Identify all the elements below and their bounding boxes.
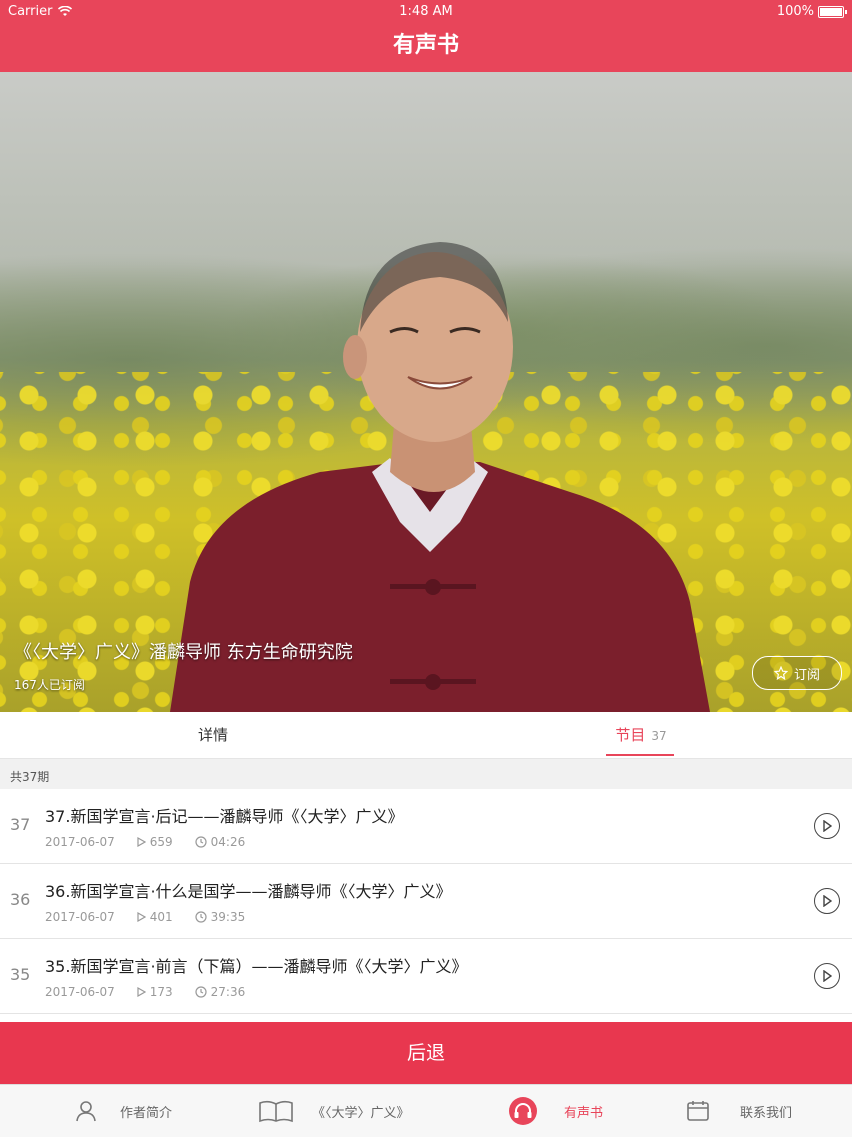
duration-value: 04:26 (210, 835, 246, 849)
tab-details-label: 详情 (197, 726, 228, 744)
tab-audiobook[interactable]: 有声书 (508, 1085, 603, 1137)
open-book-icon (259, 1100, 293, 1123)
headphones-icon (509, 1097, 537, 1125)
episode-date: 2017-06-07 (45, 910, 115, 924)
status-bar: Carrier 1:48 AM 100% (0, 0, 852, 24)
episode-list: 37 37.新国学宣言·后记——潘麟导师《〈大学〉广义》 2017-06-07 … (0, 789, 852, 1014)
episode-number: 37 (10, 815, 31, 834)
bottom-tab-bar: 作者简介 《〈大学〉广义》 有声书 联系我们 (0, 1084, 852, 1137)
clock-icon (195, 836, 207, 848)
list-item[interactable]: 36 36.新国学宣言·什么是国学——潘麟导师《〈大学〉广义》 2017-06-… (0, 864, 852, 939)
tab-book-label: 《〈大学〉广义》 (312, 1105, 410, 1121)
battery-status: 100% (776, 4, 847, 19)
play-icon (823, 895, 832, 907)
episode-title: 35.新国学宣言·前言（下篇）——潘麟导师《〈大学〉广义》 (45, 957, 468, 976)
play-count: 659 (137, 835, 173, 849)
episode-meta: 2017-06-07 659 04:26 (45, 835, 245, 849)
play-count-value: 659 (149, 835, 173, 849)
duration: 27:36 (195, 985, 246, 999)
play-button[interactable] (814, 888, 840, 914)
tab-book[interactable]: 《〈大学〉广义》 (258, 1085, 410, 1137)
tab-author-intro[interactable]: 作者简介 (74, 1085, 172, 1137)
play-triangle-icon (137, 837, 146, 847)
navigation-bar: 有声书 (0, 24, 852, 72)
episode-number: 36 (10, 890, 31, 909)
play-icon (823, 820, 832, 832)
hero-caption: 《〈大学〉广义》潘麟导师 东方生命研究院 167人已订阅 (14, 638, 353, 693)
episode-title: 37.新国学宣言·后记——潘麟导师《〈大学〉广义》 (45, 807, 404, 826)
episode-meta: 2017-06-07 401 39:35 (45, 910, 245, 924)
tab-details[interactable]: 详情 (150, 712, 276, 758)
duration: 04:26 (195, 835, 246, 849)
play-button[interactable] (814, 963, 840, 989)
episode-date: 2017-06-07 (45, 835, 115, 849)
play-icon (823, 970, 832, 982)
play-triangle-icon (137, 912, 146, 922)
hero-banner: 《〈大学〉广义》潘麟导师 东方生命研究院 167人已订阅 订阅 (0, 72, 852, 712)
play-count: 401 (137, 910, 173, 924)
play-count: 173 (137, 985, 173, 999)
tab-audiobook-label: 有声书 (564, 1105, 604, 1121)
contact-card-icon (687, 1101, 709, 1121)
tab-author-label: 作者简介 (120, 1105, 173, 1121)
star-icon (773, 666, 788, 680)
play-count-value: 173 (149, 985, 173, 999)
tab-episodes[interactable]: 节目 37 (578, 712, 704, 758)
status-time: 1:48 AM (399, 4, 453, 19)
list-item[interactable]: 35 35.新国学宣言·前言（下篇）——潘麟导师《〈大学〉广义》 2017-06… (0, 939, 852, 1014)
active-tab-indicator (606, 754, 674, 756)
play-button[interactable] (814, 813, 840, 839)
list-item[interactable]: 37 37.新国学宣言·后记——潘麟导师《〈大学〉广义》 2017-06-07 … (0, 789, 852, 864)
battery-icon (818, 5, 847, 18)
play-count-value: 401 (149, 910, 173, 924)
duration: 39:35 (195, 910, 246, 924)
page-title: 有声书 (392, 33, 459, 58)
book-title: 《〈大学〉广义》潘麟导师 东方生命研究院 (14, 642, 353, 663)
play-triangle-icon (137, 987, 146, 997)
tab-contact[interactable]: 联系我们 (686, 1085, 792, 1137)
back-button[interactable]: 后退 (0, 1022, 852, 1084)
subscriber-count: 167人已订阅 (14, 678, 85, 692)
tab-episodes-label: 节目 (615, 726, 646, 744)
duration-value: 39:35 (210, 910, 246, 924)
subscribe-button[interactable]: 订阅 (752, 656, 842, 690)
duration-value: 27:36 (210, 985, 246, 999)
episode-date: 2017-06-07 (45, 985, 115, 999)
episode-meta: 2017-06-07 173 27:36 (45, 985, 245, 999)
content-tabs: 详情 节目 37 (0, 712, 852, 759)
episode-total: 共37期 (0, 759, 852, 789)
episode-number: 35 (10, 965, 31, 984)
subscribe-label: 订阅 (793, 667, 820, 683)
tab-episodes-count: 37 (651, 729, 667, 743)
tab-contact-label: 联系我们 (740, 1105, 793, 1121)
clock-icon (195, 911, 207, 923)
person-icon (76, 1101, 96, 1122)
battery-label: 100% (776, 4, 814, 19)
episode-title: 36.新国学宣言·什么是国学——潘麟导师《〈大学〉广义》 (45, 882, 452, 901)
clock-icon (195, 986, 207, 998)
